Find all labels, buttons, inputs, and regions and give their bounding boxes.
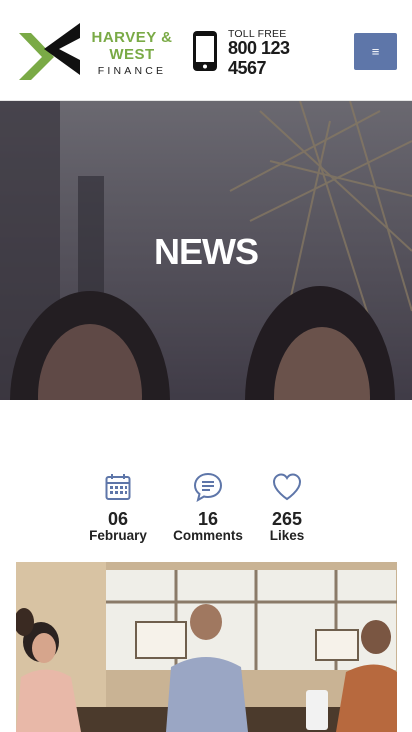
toll-free-number[interactable]: 800 123 4567 (228, 38, 308, 78)
mobile-phone-icon (193, 31, 217, 71)
logo-wordmark: HARVEY & WEST FINANCE (91, 30, 173, 77)
comments-count: 16 (197, 509, 219, 529)
post-likes[interactable]: 265 Likes (242, 472, 332, 544)
page-title: NEWS (154, 231, 259, 272)
comment-bubble-icon (193, 472, 223, 502)
logo-line-1: HARVEY & (91, 29, 173, 46)
heart-icon (272, 473, 302, 501)
toll-free-phone[interactable]: TOLL FREE 800 123 4567 (192, 28, 322, 78)
post-date: 06 February (73, 472, 163, 544)
logo-line-3: FINANCE (97, 65, 167, 77)
date-day: 06 (107, 509, 129, 529)
meeting-photo (16, 562, 397, 732)
likes-count: 265 (271, 509, 303, 529)
likes-label: Likes (269, 528, 305, 543)
hamburger-icon: ≡ (371, 44, 380, 59)
hero-banner: NEWS (0, 101, 412, 400)
chevron-x-logo-icon (19, 23, 80, 80)
post-comments[interactable]: 16 Comments (163, 472, 253, 544)
calendar-icon (105, 474, 131, 500)
article-featured-image[interactable] (16, 562, 397, 732)
menu-button[interactable]: ≡ (354, 33, 397, 70)
site-header: HARVEY & WEST FINANCE TOLL FREE 800 123 … (0, 0, 412, 101)
page: HARVEY & WEST FINANCE TOLL FREE 800 123 … (0, 0, 412, 732)
logo-line-2: WEST (109, 46, 155, 63)
date-month: February (89, 528, 147, 543)
post-meta: 06 February 16 Comments 265 Likes (0, 472, 412, 552)
comments-label: Comments (173, 528, 243, 543)
logo[interactable]: HARVEY & WEST FINANCE (16, 20, 176, 82)
